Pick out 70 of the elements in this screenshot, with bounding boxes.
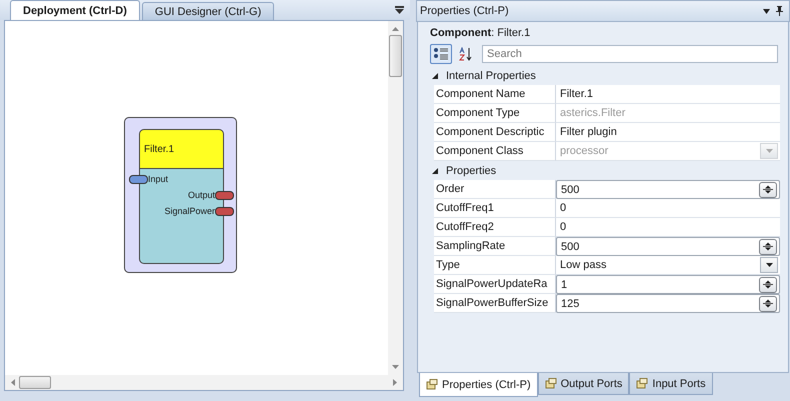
caret-icon (766, 263, 772, 267)
scroll-thumb[interactable] (19, 376, 51, 389)
property-value[interactable]: 125 (556, 294, 780, 313)
component-node[interactable]: Filter.1 Input Output SignalPower (124, 117, 237, 273)
property-name: SignalPowerBufferSize (434, 294, 556, 313)
pin-icon[interactable] (776, 6, 783, 16)
collapse-icon[interactable] (432, 168, 438, 174)
port-label: SignalPower (164, 206, 215, 216)
up-down-arrows-icon (762, 241, 774, 252)
up-down-arrows-icon (762, 279, 774, 290)
property-value[interactable]: 500 (556, 237, 780, 256)
up-down-arrows-icon (762, 184, 774, 195)
property-value[interactable]: Low pass (556, 256, 780, 275)
windows-icon (544, 378, 557, 389)
component-title: Filter.1 (144, 144, 174, 154)
category-title: Internal Properties (446, 70, 536, 82)
output-port[interactable] (215, 206, 234, 216)
document-tab[interactable]: GUI Designer (Ctrl-G) (142, 2, 274, 20)
scroll-down-icon[interactable] (392, 365, 399, 369)
property-value[interactable]: 0 (556, 218, 780, 237)
property-value[interactable]: 500 (556, 180, 780, 199)
property-name: SignalPowerUpdateRa (434, 275, 556, 294)
windows-icon (426, 379, 438, 390)
property-value[interactable]: 0 (556, 199, 780, 218)
property-name: Component Type (434, 104, 556, 123)
port-label: Output (188, 190, 215, 200)
property-name: CutoffFreq2 (434, 218, 556, 237)
scroll-thumb[interactable] (389, 35, 402, 77)
categorized-icon (433, 47, 449, 61)
panel-tab[interactable]: Input Ports (629, 373, 713, 395)
property-value[interactable]: Filter plugin (556, 123, 780, 142)
document-tab[interactable]: Deployment (Ctrl-D) (10, 0, 140, 20)
sort-az-icon (458, 47, 474, 61)
dropdown-icon[interactable] (395, 6, 404, 14)
spinner-button[interactable] (759, 296, 777, 312)
property-name: Component Name (434, 85, 556, 104)
port-label: Input (148, 174, 168, 184)
windows-icon (636, 378, 648, 389)
property-name: Order (434, 180, 556, 199)
property-name: Component Class (434, 142, 556, 161)
component-heading: Component: Filter.1 (429, 26, 532, 41)
search-field[interactable]: Search (482, 45, 778, 63)
property-name: Type (434, 256, 556, 275)
scroll-up-icon[interactable] (392, 27, 399, 31)
category-header[interactable]: Internal Properties (426, 66, 780, 85)
caret-icon (766, 149, 772, 153)
input-port[interactable] (129, 174, 148, 184)
dropdown-button[interactable] (760, 257, 778, 273)
property-name: Component Descriptic (434, 123, 556, 142)
panel-title: Properties (Ctrl-P) (420, 5, 509, 17)
dropdown-icon[interactable] (763, 8, 770, 14)
up-down-arrows-icon (762, 298, 774, 309)
panel-tab[interactable]: Properties (Ctrl-P) (419, 373, 538, 397)
scroll-right-icon[interactable] (393, 379, 397, 386)
category-title: Properties (446, 164, 496, 176)
categorized-button[interactable] (430, 44, 452, 64)
property-value[interactable]: 1 (556, 275, 780, 294)
output-port[interactable] (215, 190, 234, 200)
horizontal-scrollbar[interactable] (5, 375, 403, 390)
spinner-button[interactable] (759, 276, 777, 292)
scroll-left-icon[interactable] (11, 379, 15, 386)
collapse-icon[interactable] (432, 72, 438, 78)
spinner-button[interactable] (759, 238, 777, 254)
panel-tab[interactable]: Output Ports (538, 373, 630, 395)
vertical-scrollbar[interactable] (388, 21, 403, 375)
category-header[interactable]: Properties (426, 161, 780, 180)
property-name: CutoffFreq1 (434, 199, 556, 218)
property-name: SamplingRate (434, 237, 556, 256)
spinner-button[interactable] (759, 182, 777, 198)
property-value[interactable]: Filter.1 (556, 85, 780, 104)
